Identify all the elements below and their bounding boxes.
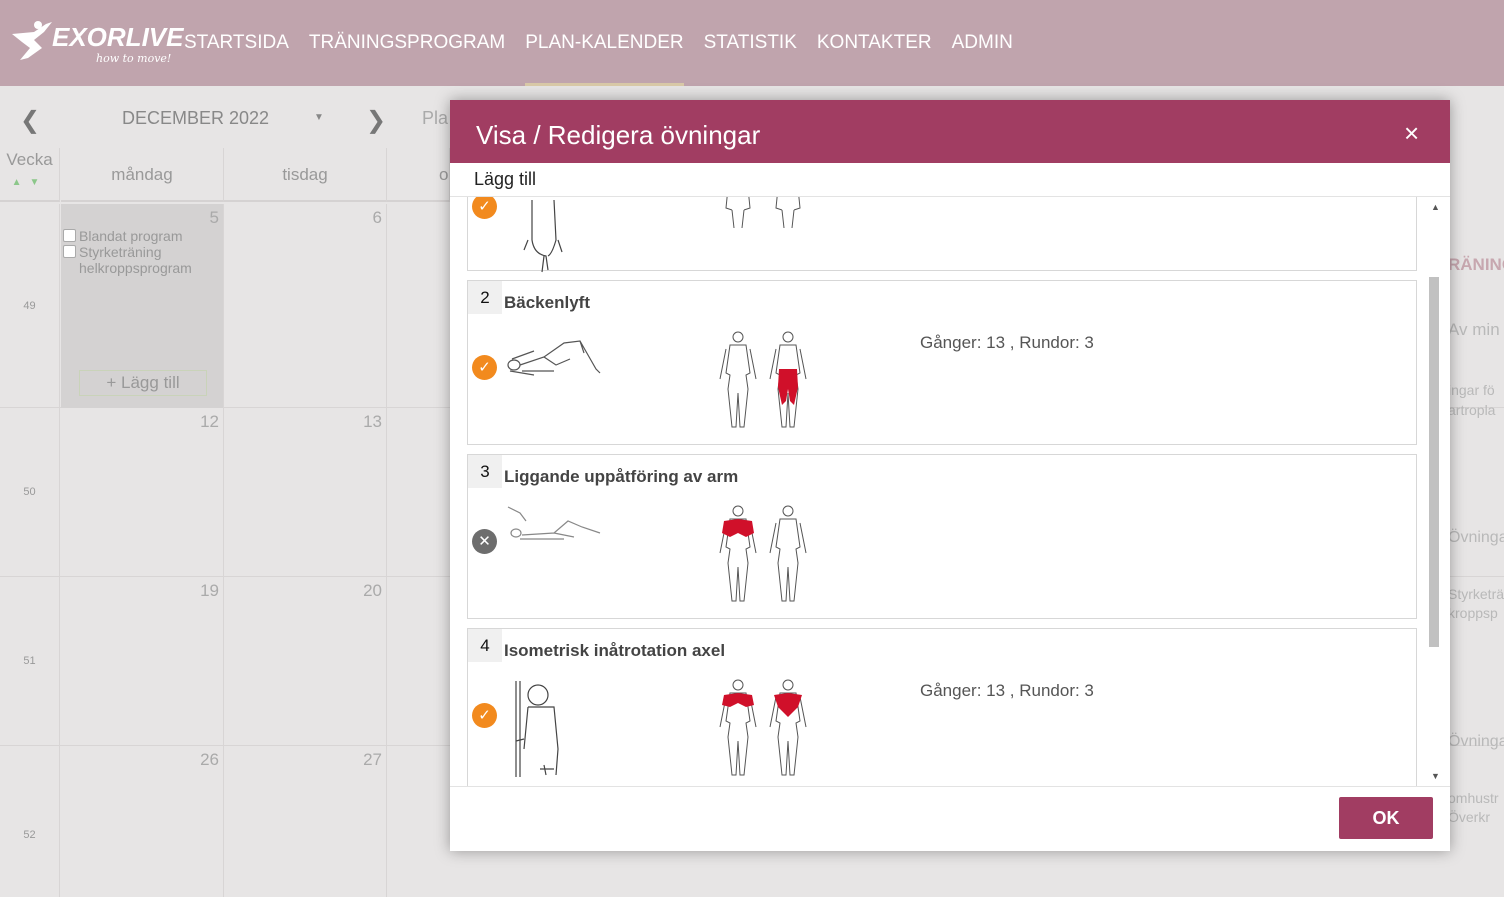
program-name: Blandat program xyxy=(79,228,183,244)
plan-label: Pla xyxy=(422,108,449,128)
month-label[interactable]: DECEMBER 2022 xyxy=(122,108,269,129)
dialog-title: Visa / Redigera övningar xyxy=(476,120,761,150)
brand-tagline: how to move! xyxy=(96,52,172,65)
day-number: 12 xyxy=(200,412,219,431)
exercise-dose: Gånger: 13 , Rundor: 3 xyxy=(920,333,1094,352)
nav-kontakter[interactable]: KONTAKTER xyxy=(817,0,932,86)
panel-title: RÄNING xyxy=(1448,255,1504,274)
exercise-name[interactable]: Isometrisk inåtrotation axel xyxy=(504,641,725,661)
brand-name: EXORLIVE xyxy=(52,22,184,52)
day-cell[interactable]: 20 xyxy=(224,577,387,746)
week-header-label: Vecka xyxy=(6,150,53,169)
day-number: 27 xyxy=(363,750,382,769)
panel-line: Överkr xyxy=(1448,809,1490,825)
close-icon[interactable]: × xyxy=(1404,120,1419,146)
exercise-list[interactable]: ✓ 2 Bäckenlyft ✓ Gånger: 13 , Rundor: 3 … xyxy=(450,197,1450,786)
ok-button[interactable]: OK xyxy=(1339,797,1433,839)
day-number: 20 xyxy=(363,581,382,600)
exercise-illustration xyxy=(523,200,563,273)
muscle-map xyxy=(725,197,801,229)
completed-check-icon[interactable]: ✓ xyxy=(472,703,497,728)
program-entry[interactable]: Blandat program xyxy=(63,228,183,244)
day-header-tuesday: tisdag xyxy=(224,148,387,202)
exorlive-logo[interactable]: EXORLIVE how to move! xyxy=(8,18,183,68)
day-header-wednesday: o xyxy=(387,148,450,202)
nav-startsida[interactable]: STARTSIDA xyxy=(184,0,289,86)
scrollbar[interactable]: ▲ ▼ xyxy=(1426,197,1442,786)
day-cell[interactable]: 26 xyxy=(61,746,224,897)
exercise-name[interactable]: Bäckenlyft xyxy=(504,293,590,313)
panel-line: ingar fö xyxy=(1448,382,1495,398)
program-checkbox[interactable] xyxy=(63,229,76,242)
day-cell[interactable]: 27 xyxy=(224,746,387,897)
exercise-card[interactable]: 3 Liggande uppåtföring av arm ✕ xyxy=(467,454,1417,619)
exercise-illustration xyxy=(507,340,601,376)
chevron-right-icon[interactable]: ❯ xyxy=(366,106,386,135)
completed-check-icon[interactable]: ✓ xyxy=(472,355,497,380)
add-exercise-link[interactable]: Lägg till xyxy=(474,169,536,190)
week-number: 51 xyxy=(0,577,60,746)
exercise-number: 3 xyxy=(468,455,502,488)
exercise-card[interactable]: 2 Bäckenlyft ✓ Gånger: 13 , Rundor: 3 xyxy=(467,280,1417,445)
exercise-name[interactable]: Liggande uppåtföring av arm xyxy=(504,467,738,487)
program-checkbox[interactable] xyxy=(63,245,76,258)
exercise-dose: Gånger: 13 , Rundor: 3 xyxy=(920,681,1094,700)
nav-plan-kalender[interactable]: PLAN-KALENDER xyxy=(525,0,685,86)
panel-line: Av min xyxy=(1448,320,1500,339)
scrollbar-thumb[interactable] xyxy=(1429,277,1439,647)
panel-line: artropla xyxy=(1448,402,1496,418)
week-number: 50 xyxy=(0,408,60,577)
program-entry[interactable]: Styrketräning helkroppsprogram xyxy=(63,244,213,276)
exercise-illustration xyxy=(507,506,601,540)
scroll-up-arrow-icon[interactable]: ▲ xyxy=(1431,202,1440,212)
panel-line: Övninga xyxy=(1448,529,1504,546)
exercise-number: 4 xyxy=(468,629,502,662)
nav-statistik[interactable]: STATISTIK xyxy=(704,0,797,86)
program-side-panel: RÄNING Av min ingar fö artropla Övninga … xyxy=(1448,205,1504,897)
day-number: 5 xyxy=(209,208,219,227)
exercise-illustration xyxy=(515,681,559,777)
day-number: 13 xyxy=(363,412,382,431)
day-cell[interactable]: 12 xyxy=(61,408,224,577)
dialog-header: Visa / Redigera övningar × xyxy=(450,100,1450,163)
completed-check-icon[interactable]: ✓ xyxy=(472,197,497,219)
day-cell[interactable]: 13 xyxy=(224,408,387,577)
week-number: 52 xyxy=(0,746,60,897)
exercise-number: 2 xyxy=(468,281,502,314)
muscle-map xyxy=(719,505,807,602)
caret-down-icon[interactable]: ▼ xyxy=(314,112,324,123)
exercise-card[interactable]: ✓ xyxy=(467,197,1417,273)
nav-admin[interactable]: ADMIN xyxy=(952,0,1013,86)
day-cell[interactable]: 19 xyxy=(61,577,224,746)
top-navigation: EXORLIVE how to move! STARTSIDA TRÄNINGS… xyxy=(0,0,1504,86)
scroll-down-arrow-icon[interactable]: ▼ xyxy=(1431,771,1440,781)
skipped-x-icon[interactable]: ✕ xyxy=(472,529,497,554)
day-header-monday: måndag xyxy=(61,148,224,202)
panel-line: omhustr xyxy=(1448,790,1499,806)
week-number: 49 xyxy=(0,204,60,408)
divider xyxy=(450,786,1450,787)
day-cell[interactable]: 6 xyxy=(224,204,387,408)
panel-line: Övninga xyxy=(1448,733,1504,750)
panel-line: Styrketrä xyxy=(1448,586,1504,602)
day-cell[interactable]: 5 Blandat program Styrketräning helkropp… xyxy=(61,204,224,408)
week-column-header: Vecka ▲▼ xyxy=(0,148,60,202)
runner-icon xyxy=(12,21,52,60)
week-sort-icon[interactable]: ▲▼ xyxy=(12,177,48,188)
program-name: Styrketräning helkroppsprogram xyxy=(79,244,192,276)
day-number: 19 xyxy=(200,581,219,600)
add-program-button[interactable]: + Lägg till xyxy=(79,370,207,396)
edit-exercises-dialog: Visa / Redigera övningar × Lägg till ✓ 2… xyxy=(450,100,1450,851)
exercise-card[interactable]: 4 Isometrisk inåtrotation axel ✓ Gånger:… xyxy=(467,628,1417,786)
day-number: 26 xyxy=(200,750,219,769)
chevron-left-icon[interactable]: ❮ xyxy=(20,106,40,135)
muscle-map xyxy=(719,331,807,428)
panel-line: kroppsp xyxy=(1448,605,1498,621)
muscle-map xyxy=(719,679,807,776)
nav-traningsprogram[interactable]: TRÄNINGSPROGRAM xyxy=(309,0,505,86)
day-number: 6 xyxy=(372,208,382,227)
